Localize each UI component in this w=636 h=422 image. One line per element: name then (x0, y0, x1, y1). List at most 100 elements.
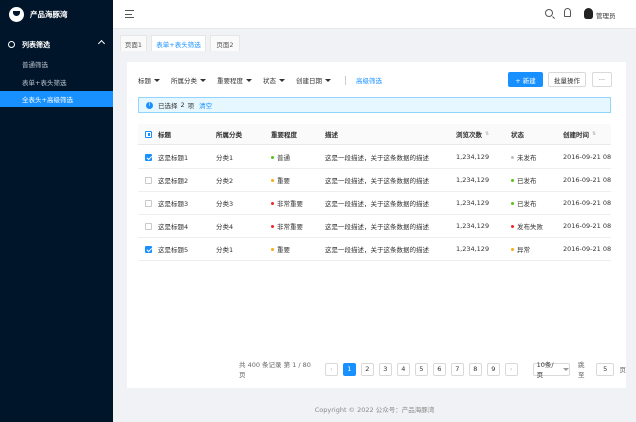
importance-dot (271, 224, 274, 228)
column-header-category[interactable]: 所属分类 (216, 124, 242, 144)
cell-status: 未发布 (511, 146, 537, 168)
status-dot (511, 155, 514, 159)
status-dot (511, 201, 514, 205)
page-button[interactable]: 9 (486, 362, 500, 376)
jump-page-input[interactable]: 5 (595, 362, 615, 376)
column-header-views[interactable]: 浏览次数 ⇅ (456, 124, 489, 144)
tab-label: 页面1 (124, 40, 143, 49)
page-button[interactable]: 5 (414, 362, 428, 376)
table-row[interactable]: 这是标题2 分类2 重要 这是一段描述，关于这条数据的描述 1,234,129 已发布 20… (138, 169, 611, 192)
filter-created-date[interactable]: 创建日期 (296, 75, 331, 85)
row-checkbox[interactable] (145, 245, 152, 253)
cell-importance: 重要 (271, 238, 290, 260)
page-button[interactable]: 4 (396, 362, 410, 376)
page-button[interactable]: 8 (468, 362, 482, 376)
user-name[interactable]: 管理员 (596, 10, 616, 20)
new-button[interactable]: + 新建 (508, 72, 543, 87)
page-button[interactable]: 6 (432, 362, 446, 376)
tab-page2[interactable]: 页面2 (210, 35, 240, 51)
tab-label: 表单+表头筛选 (156, 40, 201, 49)
tab-bar: 页面1 表单+表头筛选 页面2 (113, 29, 636, 51)
next-page-button[interactable]: › (504, 362, 518, 376)
page-button[interactable]: 1 (342, 362, 356, 376)
page-size-select[interactable]: 10条/页 (532, 361, 571, 379)
column-header-description[interactable]: 描述 (325, 124, 338, 144)
row-select-cell (145, 146, 152, 168)
filter-title[interactable]: 标题 (138, 75, 160, 85)
table-row[interactable]: 这是标题3 分类3 非常重要 这是一段描述，关于这条数据的描述 1,234,129 已发布… (138, 192, 611, 215)
advanced-filter-link[interactable]: 高级筛选 (356, 75, 382, 85)
tab-label: 页面2 (216, 40, 234, 49)
bell-icon[interactable] (564, 8, 571, 17)
table-row[interactable]: 这是标题5 分类1 重要 这是一段描述，关于这条数据的描述 1,234,129 异常 201… (138, 238, 611, 261)
row-checkbox[interactable] (145, 222, 152, 230)
logo[interactable]: 产品海豚湾 (9, 7, 68, 22)
cell-importance: 非常重要 (271, 215, 303, 237)
table-row[interactable]: 这是标题4 分类4 非常重要 这是一段描述，关于这条数据的描述 1,234,129 发布失… (138, 215, 611, 238)
filter-category[interactable]: 所属分类 (171, 75, 206, 85)
importance-label: 重要 (277, 246, 290, 254)
select-all-checkbox[interactable] (145, 130, 152, 138)
status-label: 未发布 (517, 154, 537, 162)
row-checkbox[interactable] (145, 176, 152, 184)
dolphin-logo-icon (9, 7, 24, 22)
clear-selection-link[interactable]: 清空 (199, 100, 212, 110)
column-header-title[interactable]: 标题 (158, 124, 171, 144)
filter-status[interactable]: 状态 (263, 75, 285, 85)
filter-importance[interactable]: 重要程度 (217, 75, 252, 85)
cell-created: 2016-09-21 08:50:08 (563, 176, 611, 184)
table-row[interactable]: 这是标题1 分类1 普通 这是一段描述，关于这条数据的描述 1,234,129 未发布 20… (138, 146, 611, 169)
menu-group-list-filter[interactable]: 列表筛选 (0, 37, 113, 52)
cell-views: 1,234,129 (456, 245, 490, 253)
filter-bar: 标题 所属分类 重要程度 状态 创建日期 高级筛选 (138, 75, 382, 85)
importance-dot (271, 247, 274, 251)
menu-group-label: 列表筛选 (22, 40, 50, 49)
sort-icon[interactable]: ⇅ (592, 131, 596, 137)
table-header: 标题 所属分类 重要程度 描述 浏览次数 ⇅ 状态 创建时间 ⇅ (138, 124, 611, 145)
status-label: 发布失败 (517, 223, 543, 231)
sidebar-item-full-header-filter[interactable]: 全表头+高级筛选 (0, 91, 113, 107)
selection-alert: i 已选择 2 项 清空 (138, 97, 611, 113)
sidebar-item-label: 全表头+高级筛选 (22, 96, 73, 104)
tab-form-header-filter[interactable]: 表单+表头筛选 (151, 35, 206, 51)
menu-icon[interactable] (125, 10, 134, 18)
column-header-importance[interactable]: 重要程度 (271, 124, 297, 144)
page-button[interactable]: 7 (450, 362, 464, 376)
row-checkbox[interactable] (145, 199, 152, 207)
prev-page-button[interactable]: ‹ (325, 362, 338, 376)
sidebar-item-form-header-filter[interactable]: 表单+表头筛选 (0, 74, 113, 90)
column-header-status[interactable]: 状态 (511, 124, 524, 144)
page-button[interactable]: 3 (378, 362, 392, 376)
column-header-label: 创建时间 (563, 131, 589, 139)
cell-title: 这是标题1 (158, 154, 189, 162)
row-select-cell (145, 169, 152, 191)
cell-category: 分类3 (216, 200, 234, 208)
batch-operation-button[interactable]: 批量操作 (548, 72, 586, 87)
caret-down-icon (200, 78, 206, 82)
cell-title: 这是标题5 (158, 246, 189, 254)
row-checkbox[interactable] (145, 153, 152, 161)
caret-down-icon (563, 367, 570, 371)
clock-icon (8, 41, 15, 48)
cell-importance: 非常重要 (271, 192, 303, 214)
row-select-cell (145, 192, 152, 214)
search-icon[interactable] (545, 9, 553, 17)
cell-title: 这是标题2 (158, 177, 189, 185)
status-dot (511, 178, 514, 182)
cell-created: 2016-09-21 08:50:08 (563, 199, 611, 207)
column-header-created[interactable]: 创建时间 ⇅ (563, 124, 611, 144)
tab-page1[interactable]: 页面1 (120, 35, 147, 51)
sort-icon[interactable]: ⇅ (485, 131, 489, 137)
avatar-icon[interactable] (584, 8, 593, 19)
cell-status: 已发布 (511, 192, 537, 214)
cell-created: 2016-09-21 08:50:08 (563, 153, 611, 161)
cell-description: 这是一段描述，关于这条数据的描述 (325, 154, 429, 162)
caret-down-icon (279, 78, 285, 82)
page-button[interactable]: 2 (360, 362, 374, 376)
cell-title: 这是标题3 (158, 200, 189, 208)
sidebar-item-label: 普通筛选 (22, 61, 48, 69)
sidebar-item-normal-filter[interactable]: 普通筛选 (0, 56, 113, 72)
more-button[interactable]: ··· (592, 72, 612, 87)
filter-label: 所属分类 (171, 77, 197, 85)
page-list: 123456789 (342, 362, 505, 376)
